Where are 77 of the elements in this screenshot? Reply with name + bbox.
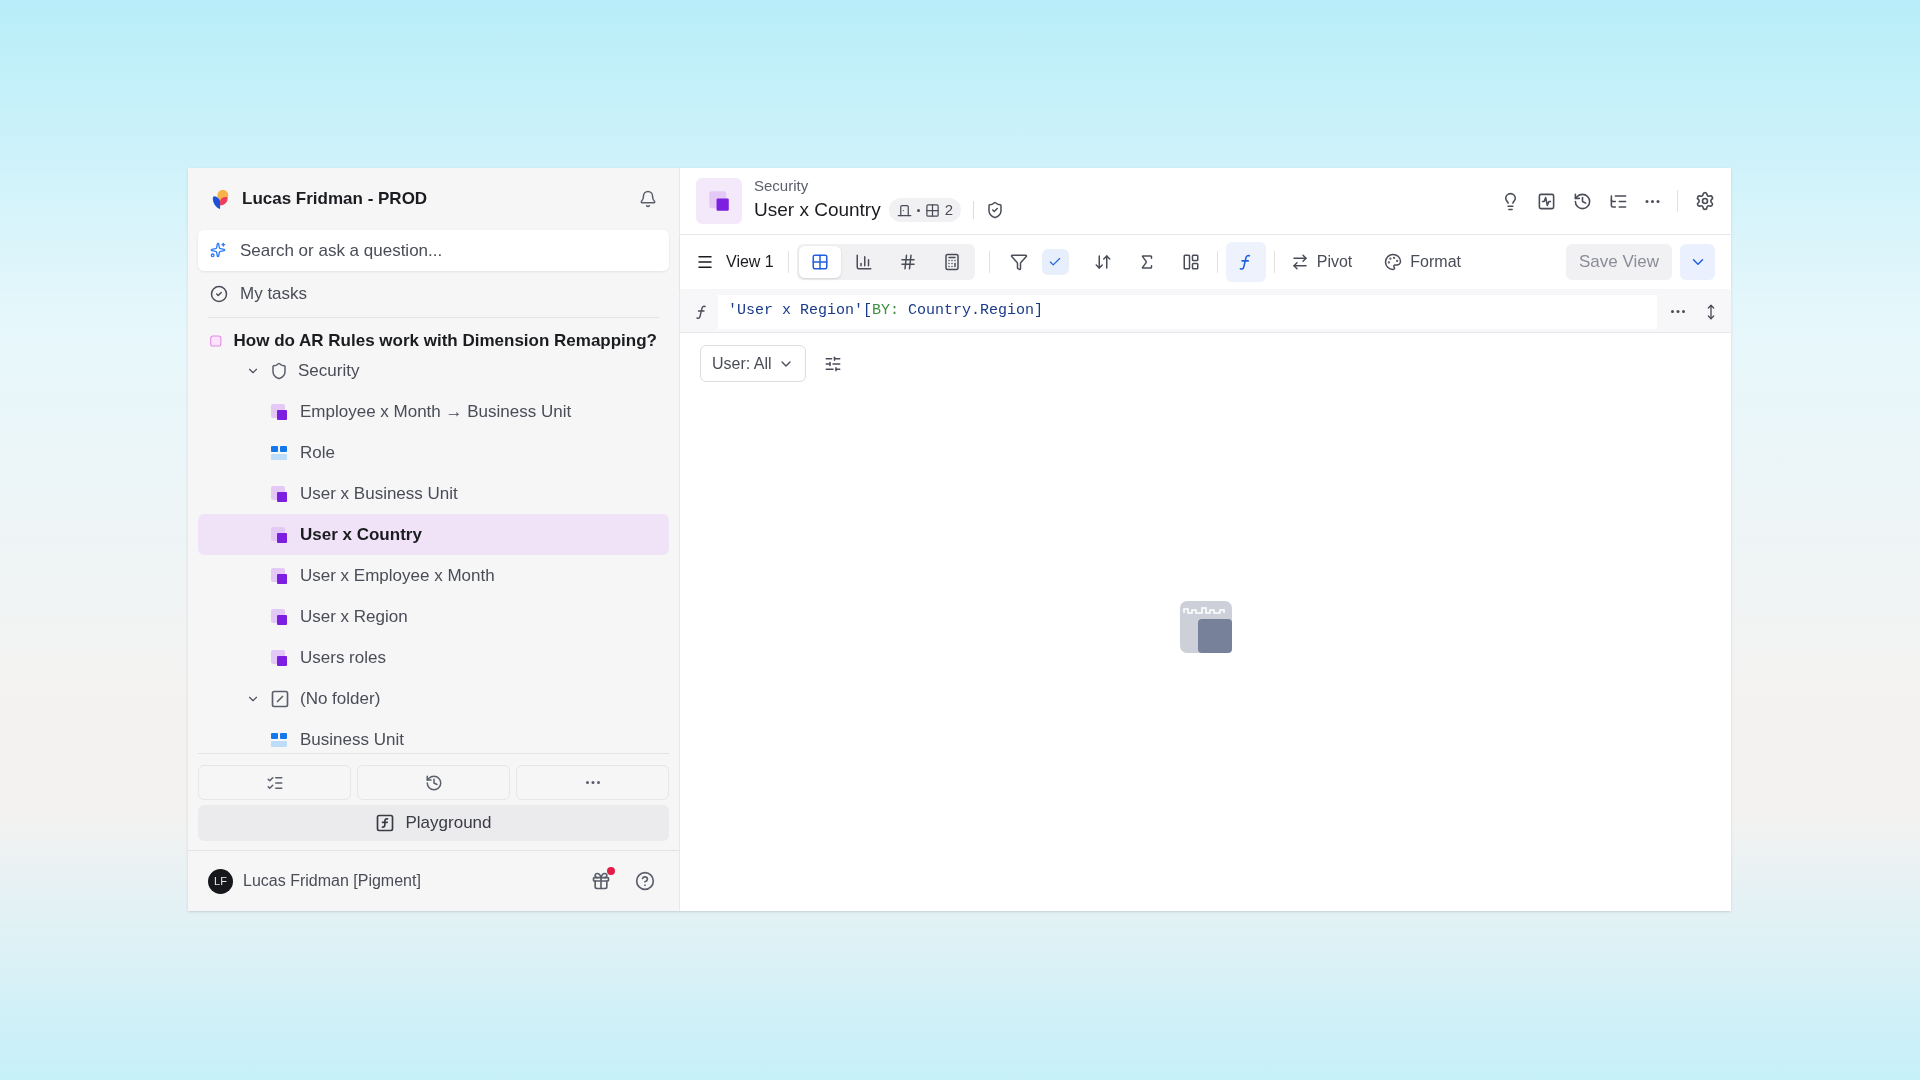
user-name: Lucas Fridman [Pigment] <box>243 871 422 891</box>
user-filter-dropdown[interactable]: User: All <box>700 345 806 382</box>
metric-icon <box>270 566 288 585</box>
hash-icon <box>898 253 917 271</box>
activity-icon <box>1537 191 1556 211</box>
door-icon <box>896 202 912 218</box>
history-button[interactable] <box>1573 191 1592 211</box>
funnel-icon <box>1009 253 1028 271</box>
checklist-button[interactable] <box>198 765 351 800</box>
palette-icon <box>1384 253 1403 271</box>
tree-item[interactable]: Business Unit <box>198 719 669 753</box>
history-icon <box>424 773 443 792</box>
grid-icon <box>924 202 940 218</box>
filter-applied-check[interactable] <box>1041 249 1069 275</box>
tree-item[interactable]: User x Country <box>198 514 669 555</box>
tree-item[interactable]: Employee x Month → Business Unit <box>198 391 669 432</box>
tree-item[interactable]: User x Region <box>198 596 669 637</box>
history-icon <box>1573 191 1592 211</box>
metric-icon <box>270 484 288 503</box>
breadcrumb: Security <box>754 177 810 197</box>
tree-item[interactable]: Role <box>198 432 669 473</box>
tree-item[interactable]: User x Business Unit <box>198 473 669 514</box>
menu-icon <box>696 253 714 271</box>
block-title: User x Country <box>754 198 881 223</box>
filter-settings-button[interactable] <box>823 354 842 373</box>
tree-item[interactable]: Users roles <box>198 637 669 678</box>
function-icon <box>375 813 396 833</box>
view-menu-button[interactable]: View 1 <box>696 250 780 274</box>
format-button[interactable]: Format <box>1376 250 1469 274</box>
formula-button[interactable] <box>1225 242 1266 282</box>
sort-icon <box>1093 253 1112 271</box>
dimension-icon <box>270 730 288 749</box>
metric-icon <box>270 607 288 626</box>
question-title: How do AR Rules work with Dimension Remapping? <box>233 330 657 353</box>
sliders-icon <box>823 354 842 373</box>
question-icon <box>210 333 222 349</box>
check-circle-icon <box>210 285 228 303</box>
settings-icon <box>1695 191 1715 211</box>
grid-icon <box>810 253 829 271</box>
metric-icon <box>270 525 288 544</box>
access-rights-button[interactable] <box>986 201 1005 220</box>
check-icon <box>1048 255 1063 269</box>
bell-icon <box>639 190 657 208</box>
pivot-button[interactable]: Pivot <box>1282 250 1361 274</box>
calculator-icon <box>942 253 961 271</box>
bar-chart-icon <box>854 253 873 271</box>
layout-icon <box>1181 253 1200 271</box>
formula-editor[interactable]: 'User x Region'[BY: Country.Region] <box>718 294 1657 329</box>
metric-icon <box>270 402 288 421</box>
settings-button[interactable] <box>1695 191 1715 211</box>
ellipsis-icon <box>1645 199 1660 203</box>
shield-icon <box>270 361 288 380</box>
workspace-name: Lucas Fridman - PROD <box>242 188 429 211</box>
formula-options-button[interactable] <box>1671 310 1685 313</box>
metric-icon <box>708 190 730 212</box>
grid-view-button[interactable] <box>798 246 841 278</box>
gift-icon <box>591 871 611 891</box>
search-field[interactable]: Search or ask a question... <box>198 230 669 271</box>
shield-check-icon <box>986 201 1005 220</box>
activity-button[interactable] <box>1537 191 1556 211</box>
sparkles-icon <box>210 242 226 258</box>
help-icon <box>635 871 655 891</box>
folder-row[interactable]: Security <box>198 350 669 391</box>
metric-icon <box>270 648 288 667</box>
ellipsis-icon <box>1671 310 1685 313</box>
slashed-square-icon <box>270 688 290 709</box>
my-tasks-link[interactable]: My tasks <box>198 271 669 317</box>
tree-item[interactable]: User x Employee x Month <box>198 555 669 596</box>
playground-button[interactable]: Playground <box>198 805 669 841</box>
folder-row[interactable]: (No folder) <box>198 678 669 719</box>
swap-icon <box>1290 253 1309 271</box>
user-avatar[interactable]: LF <box>208 868 233 894</box>
empty-grid-icon <box>1179 600 1232 653</box>
ellipsis-icon <box>585 781 600 784</box>
more-button[interactable] <box>1645 199 1660 203</box>
dimensions-badge[interactable]: 2 <box>888 198 962 223</box>
dimension-icon <box>270 443 288 462</box>
